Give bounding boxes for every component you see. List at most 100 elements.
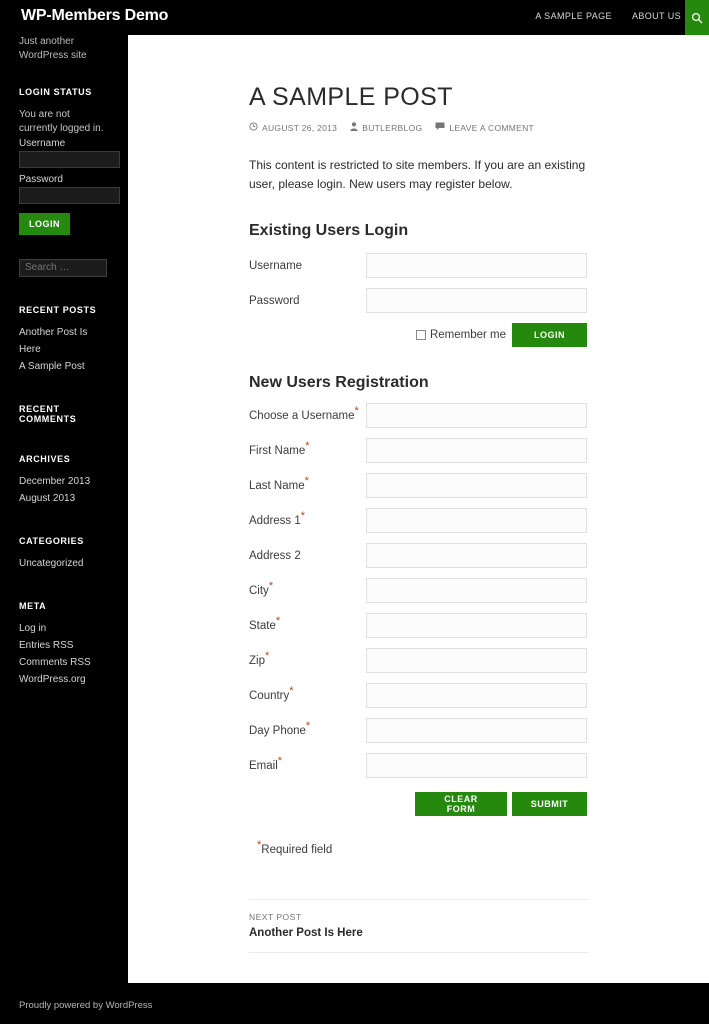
submit-button[interactable]: SUBMIT	[512, 792, 587, 816]
next-post-label: NEXT POST	[249, 912, 302, 922]
remember-me-checkbox[interactable]	[415, 330, 426, 340]
reg-label-address-2: Address 2	[249, 549, 301, 562]
clock-icon	[249, 122, 258, 133]
post-author[interactable]: BUTLERBLOG	[350, 122, 422, 133]
comment-icon	[435, 122, 445, 133]
post-entry: A SAMPLE POST AUGUST 26, 2013 BUTLERBLOG…	[249, 82, 589, 953]
reg-field-state: State*	[249, 608, 589, 643]
registration-fields: Choose a Username* First Name* Last Name…	[249, 398, 589, 783]
required-asterisk: *	[305, 439, 310, 452]
reg-input-address-2[interactable]	[366, 543, 587, 568]
page-title: A SAMPLE POST	[249, 83, 453, 111]
reg-label-first-name: First Name*	[249, 439, 310, 457]
widget-categories: CATEGORIES Uncategorized	[19, 536, 109, 572]
remember-me-control[interactable]: Remember me	[415, 329, 506, 341]
login-form-heading: Existing Users Login	[249, 222, 409, 239]
next-post-link[interactable]: Another Post Is Here	[249, 927, 589, 939]
meta-link-wordpress-org[interactable]: WordPress.org	[19, 671, 109, 688]
login-actions: Remember me LOGIN	[249, 318, 587, 352]
meta-link-log-in[interactable]: Log in	[19, 620, 109, 637]
recent-post-link-2[interactable]: A Sample Post	[19, 358, 109, 375]
post-author-label: BUTLERBLOG	[362, 122, 423, 133]
login-password-label: Password	[249, 294, 300, 307]
widget-archives: ARCHIVES December 2013 August 2013	[19, 454, 109, 507]
reg-field-last-name: Last Name*	[249, 468, 589, 503]
widget-title-recent-comments: RECENT COMMENTS	[19, 403, 77, 424]
required-asterisk: *	[277, 754, 283, 767]
reg-input-first-name[interactable]	[366, 438, 587, 463]
sidebar-login-button[interactable]: LOGIN	[19, 213, 70, 235]
reg-label-last-name: Last Name*	[249, 474, 309, 492]
registration-actions: CLEAR FORM SUBMIT	[249, 792, 587, 816]
registration-form-heading: New Users Registration	[249, 374, 429, 391]
post-comments-label: LEAVE A COMMENT	[449, 122, 535, 133]
login-field-password: Password	[249, 283, 589, 318]
clear-form-button[interactable]: CLEAR FORM	[415, 792, 507, 816]
required-field-note: *Required field	[257, 839, 333, 856]
site-header: WP-Members Demo A SAMPLE PAGE ABOUT US	[0, 0, 709, 35]
reg-field-zip: Zip*	[249, 643, 589, 678]
post-navigation: NEXT POST Another Post Is Here	[249, 899, 589, 953]
reg-input-email[interactable]	[366, 753, 587, 778]
reg-input-state[interactable]	[366, 613, 587, 638]
reg-label-address-1: Address 1*	[249, 509, 306, 527]
search-input[interactable]	[19, 258, 107, 277]
required-asterisk: *	[354, 404, 359, 417]
login-username-input[interactable]	[366, 253, 587, 278]
meta-link-comments-rss[interactable]: Comments RSS	[19, 654, 109, 671]
post-date[interactable]: AUGUST 26, 2013	[249, 122, 337, 133]
login-password-input[interactable]	[366, 288, 587, 313]
required-asterisk: *	[304, 474, 309, 487]
required-asterisk: *	[275, 614, 281, 627]
category-link-uncategorized[interactable]: Uncategorized	[19, 555, 109, 572]
widget-search	[19, 257, 109, 277]
reg-input-city[interactable]	[366, 578, 587, 603]
meta-link-entries-rss[interactable]: Entries RSS	[19, 637, 109, 654]
reg-field-email: Email*	[249, 748, 589, 783]
user-icon	[350, 122, 358, 133]
footer-credit-link[interactable]: Proudly powered by WordPress	[19, 1000, 152, 1011]
reg-field-city: City*	[249, 573, 589, 608]
reg-input-day-phone[interactable]	[366, 718, 587, 743]
primary-navigation: A SAMPLE PAGE ABOUT US	[535, 11, 681, 21]
site-description: Just another WordPress site	[19, 36, 87, 61]
reg-field-day-phone: Day Phone*	[249, 713, 589, 748]
post-meta: AUGUST 26, 2013 BUTLERBLOG LEAVE A COMME…	[249, 122, 589, 133]
reg-input-country[interactable]	[366, 683, 587, 708]
reg-input-last-name[interactable]	[366, 473, 587, 498]
login-submit-button[interactable]: LOGIN	[512, 323, 587, 347]
required-asterisk: *	[305, 719, 311, 732]
sidebar-username-input[interactable]	[19, 151, 120, 168]
reg-input-address-1[interactable]	[366, 508, 587, 533]
reg-label-country: Country*	[249, 684, 294, 702]
sidebar-password-label: Password	[19, 174, 63, 185]
widget-meta: META Log in Entries RSS Comments RSS Wor…	[19, 601, 109, 688]
archive-link-december-2013[interactable]: December 2013	[19, 473, 109, 490]
reg-field-choose-a-username: Choose a Username*	[249, 398, 589, 433]
reg-label-city: City*	[249, 579, 274, 597]
sidebar-password-input[interactable]	[19, 187, 120, 204]
nav-item-about-us[interactable]: ABOUT US	[632, 11, 681, 21]
reg-label-day-phone: Day Phone*	[249, 719, 311, 737]
reg-field-address-2: Address 2	[249, 538, 589, 573]
archive-link-august-2013[interactable]: August 2013	[19, 490, 109, 507]
login-username-label: Username	[249, 259, 303, 272]
login-field-username: Username	[249, 248, 589, 283]
reg-input-zip[interactable]	[366, 648, 587, 673]
reg-label-email: Email*	[249, 754, 283, 772]
reg-input-choose-a-username[interactable]	[366, 403, 587, 428]
search-icon	[691, 12, 703, 24]
post-comments[interactable]: LEAVE A COMMENT	[435, 122, 534, 133]
post-date-label: AUGUST 26, 2013	[262, 122, 338, 133]
recent-post-link-1[interactable]: Another Post Is Here	[19, 324, 109, 358]
reg-field-country: Country*	[249, 678, 589, 713]
required-asterisk: *	[300, 509, 306, 522]
nav-item-a-sample-page[interactable]: A SAMPLE PAGE	[535, 11, 612, 21]
reg-field-address-1: Address 1*	[249, 503, 589, 538]
required-asterisk: *	[264, 649, 270, 662]
search-toggle-button[interactable]	[685, 0, 709, 35]
login-status-text: You are not currently logged in.	[19, 109, 104, 134]
site-title[interactable]: WP-Members Demo	[21, 7, 168, 25]
reg-field-first-name: First Name*	[249, 433, 589, 468]
remember-me-label: Remember me	[429, 329, 506, 341]
